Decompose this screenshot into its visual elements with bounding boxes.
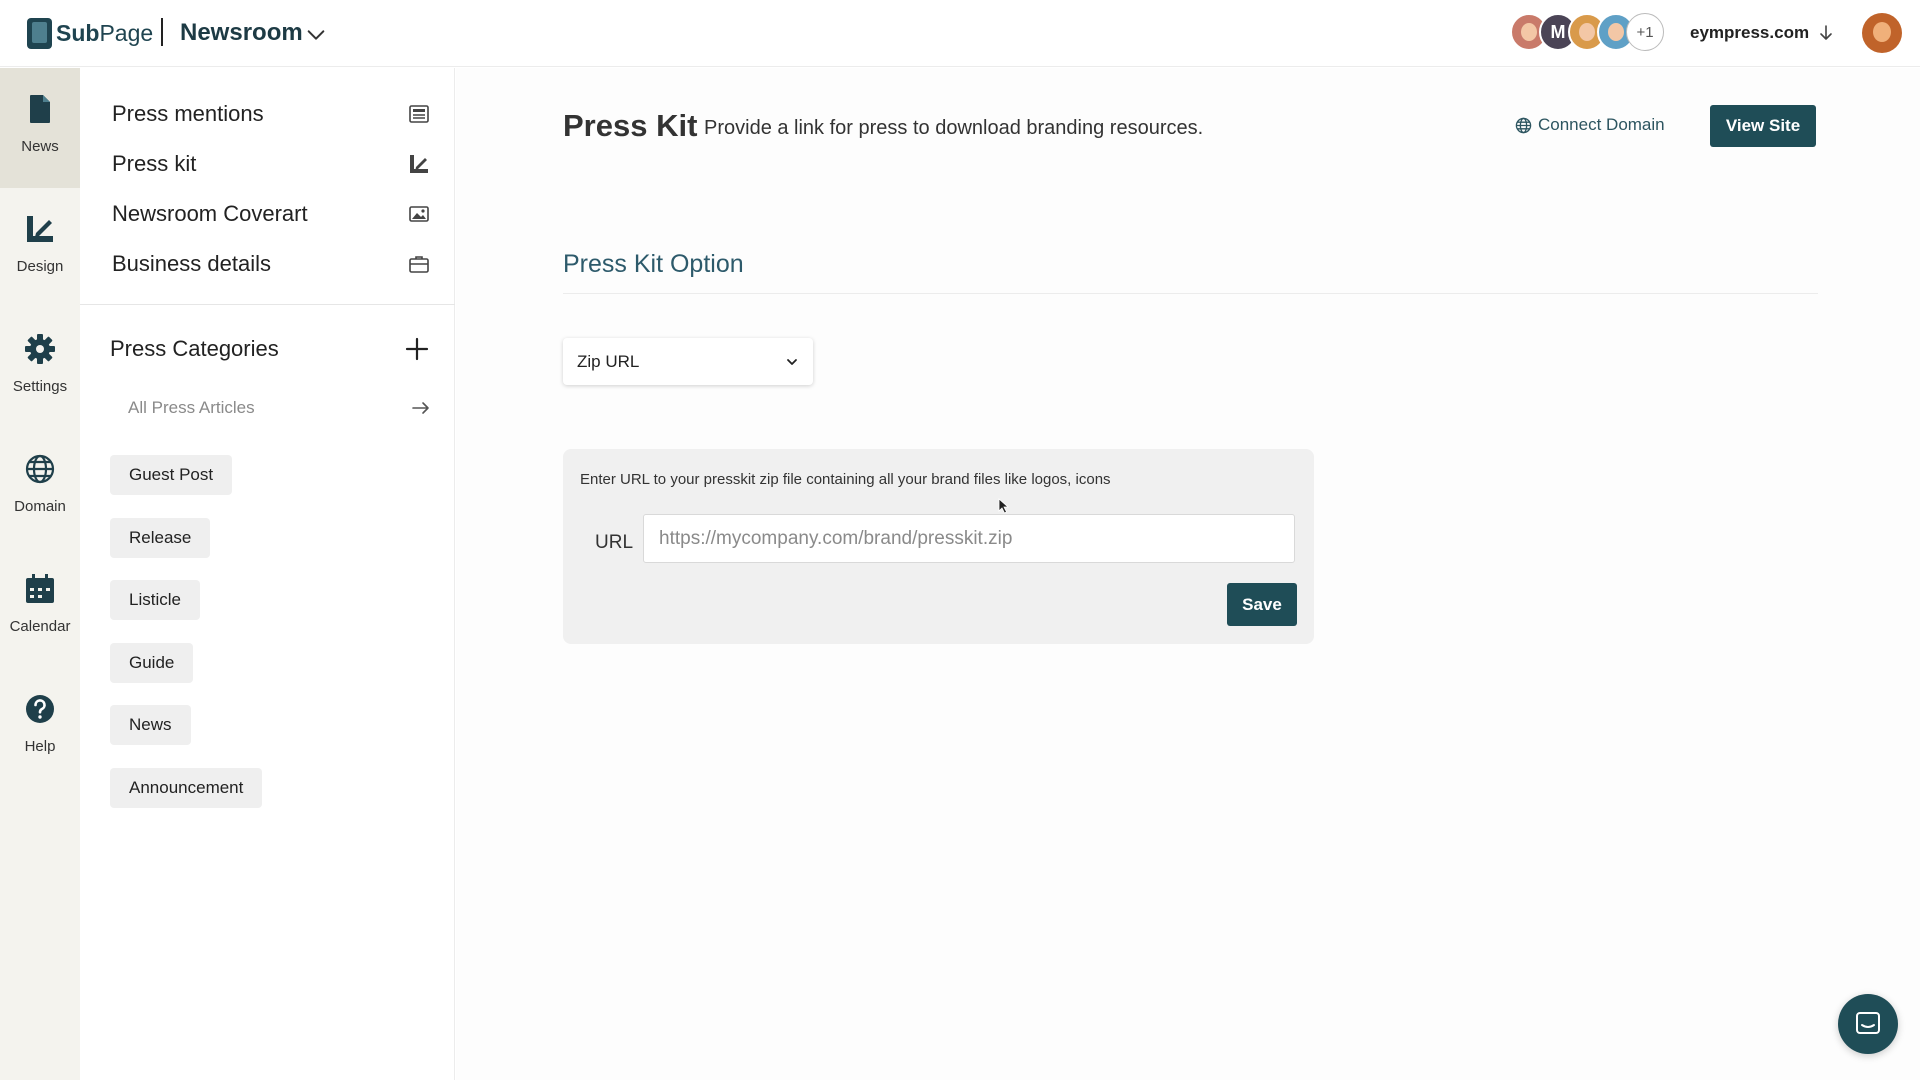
domain-name: eympress.com [1690, 23, 1810, 42]
main-content: Press Kit Provide a link for press to do… [456, 68, 1920, 1080]
newsroom-sidebar: Press mentions Press kit Newsroom Covera… [80, 68, 455, 1080]
all-press-articles-link[interactable]: All Press Articles [128, 398, 430, 418]
newspaper-icon [409, 105, 429, 123]
sidebar-item-label: Press mentions [112, 101, 264, 126]
briefcase-icon [409, 256, 429, 273]
arrow-down-icon [1820, 25, 1832, 40]
page-title: Press Kit [563, 108, 698, 143]
brand-divider [161, 18, 163, 46]
collaborator-avatars[interactable]: M +1 [1510, 13, 1664, 53]
rail-item-help[interactable]: Help [0, 668, 80, 788]
category-chip[interactable]: Announcement [110, 768, 263, 808]
help-icon [26, 695, 54, 723]
user-avatar[interactable] [1862, 13, 1902, 53]
rail-label: Design [16, 258, 64, 275]
rail-label: Help [24, 738, 56, 755]
all-press-articles-label: All Press Articles [128, 398, 255, 417]
globe-icon [1515, 117, 1532, 133]
top-bar: SubPage Newsroom M +1 eympress.com [0, 0, 1920, 67]
category-chip[interactable]: Listicle [110, 580, 200, 620]
rail-label: Domain [14, 498, 66, 515]
rail-label: News [21, 138, 59, 155]
url-input[interactable] [643, 514, 1295, 563]
sidebar-item-newsroom-coverart[interactable]: Newsroom Coverart [112, 194, 430, 234]
section-title: Press Kit Option [563, 250, 744, 278]
rail-item-news[interactable]: News [0, 68, 80, 188]
document-icon [30, 95, 50, 123]
rail-label: Calendar [9, 618, 71, 635]
section-divider [563, 293, 1818, 294]
sidebar-item-label: Newsroom Coverart [112, 201, 308, 226]
mouse-cursor-icon [998, 498, 1010, 514]
url-label: URL [595, 532, 634, 553]
category-chip[interactable]: Release [110, 518, 211, 558]
press-categories-title: Press Categories [110, 336, 279, 361]
category-chip[interactable]: Guest Post [110, 455, 233, 495]
chevron-down-icon [787, 358, 797, 365]
select-value: Zip URL [577, 351, 640, 371]
chevron-down-icon[interactable] [305, 24, 327, 46]
sidebar-item-press-kit[interactable]: Press kit [112, 144, 430, 184]
rail-label: Settings [12, 378, 68, 395]
press-kit-option-select[interactable]: Zip URL [563, 338, 813, 385]
chat-icon [1856, 1012, 1880, 1034]
calendar-icon [26, 574, 54, 603]
gear-icon [25, 334, 55, 364]
chat-launcher-button[interactable] [1838, 994, 1898, 1054]
domain-switcher[interactable]: eympress.com [1690, 23, 1833, 43]
sidebar-divider [80, 304, 455, 305]
category-chip[interactable]: News [110, 705, 191, 745]
rail-item-settings[interactable]: Settings [0, 308, 80, 428]
image-icon [409, 206, 429, 222]
category-chip[interactable]: Guide [110, 643, 194, 683]
save-button[interactable]: Save [1227, 583, 1297, 626]
newsroom-title[interactable]: Newsroom [180, 19, 303, 47]
connect-domain-link[interactable]: Connect Domain [1515, 115, 1665, 135]
more-collaborators-badge[interactable]: +1 [1626, 13, 1664, 51]
add-category-icon[interactable] [404, 336, 430, 362]
rail-item-calendar[interactable]: Calendar [0, 548, 80, 668]
page-subtitle: Provide a link for press to download bra… [704, 117, 1204, 139]
press-categories-header: Press Categories [110, 336, 430, 362]
connect-domain-label: Connect Domain [1538, 115, 1665, 134]
sidebar-item-label: Press kit [112, 151, 197, 176]
left-rail: News Design Settings Domain Calendar Hel… [0, 68, 80, 1080]
subpage-logo[interactable]: SubPage [56, 20, 153, 47]
sidebar-item-business-details[interactable]: Business details [112, 244, 430, 284]
subpage-logo-icon[interactable] [27, 18, 52, 49]
rail-item-design[interactable]: Design [0, 188, 80, 308]
press-kit-icon [410, 155, 428, 173]
sidebar-item-press-mentions[interactable]: Press mentions [112, 94, 430, 134]
view-site-button[interactable]: View Site [1710, 105, 1816, 147]
globe-icon [25, 454, 55, 484]
sidebar-item-label: Business details [112, 251, 271, 276]
rail-item-domain[interactable]: Domain [0, 428, 80, 548]
design-icon [27, 216, 53, 242]
panel-hint: Enter URL to your presskit zip file cont… [580, 471, 1111, 488]
zip-url-panel: Enter URL to your presskit zip file cont… [563, 449, 1314, 644]
arrow-right-icon [412, 402, 429, 414]
